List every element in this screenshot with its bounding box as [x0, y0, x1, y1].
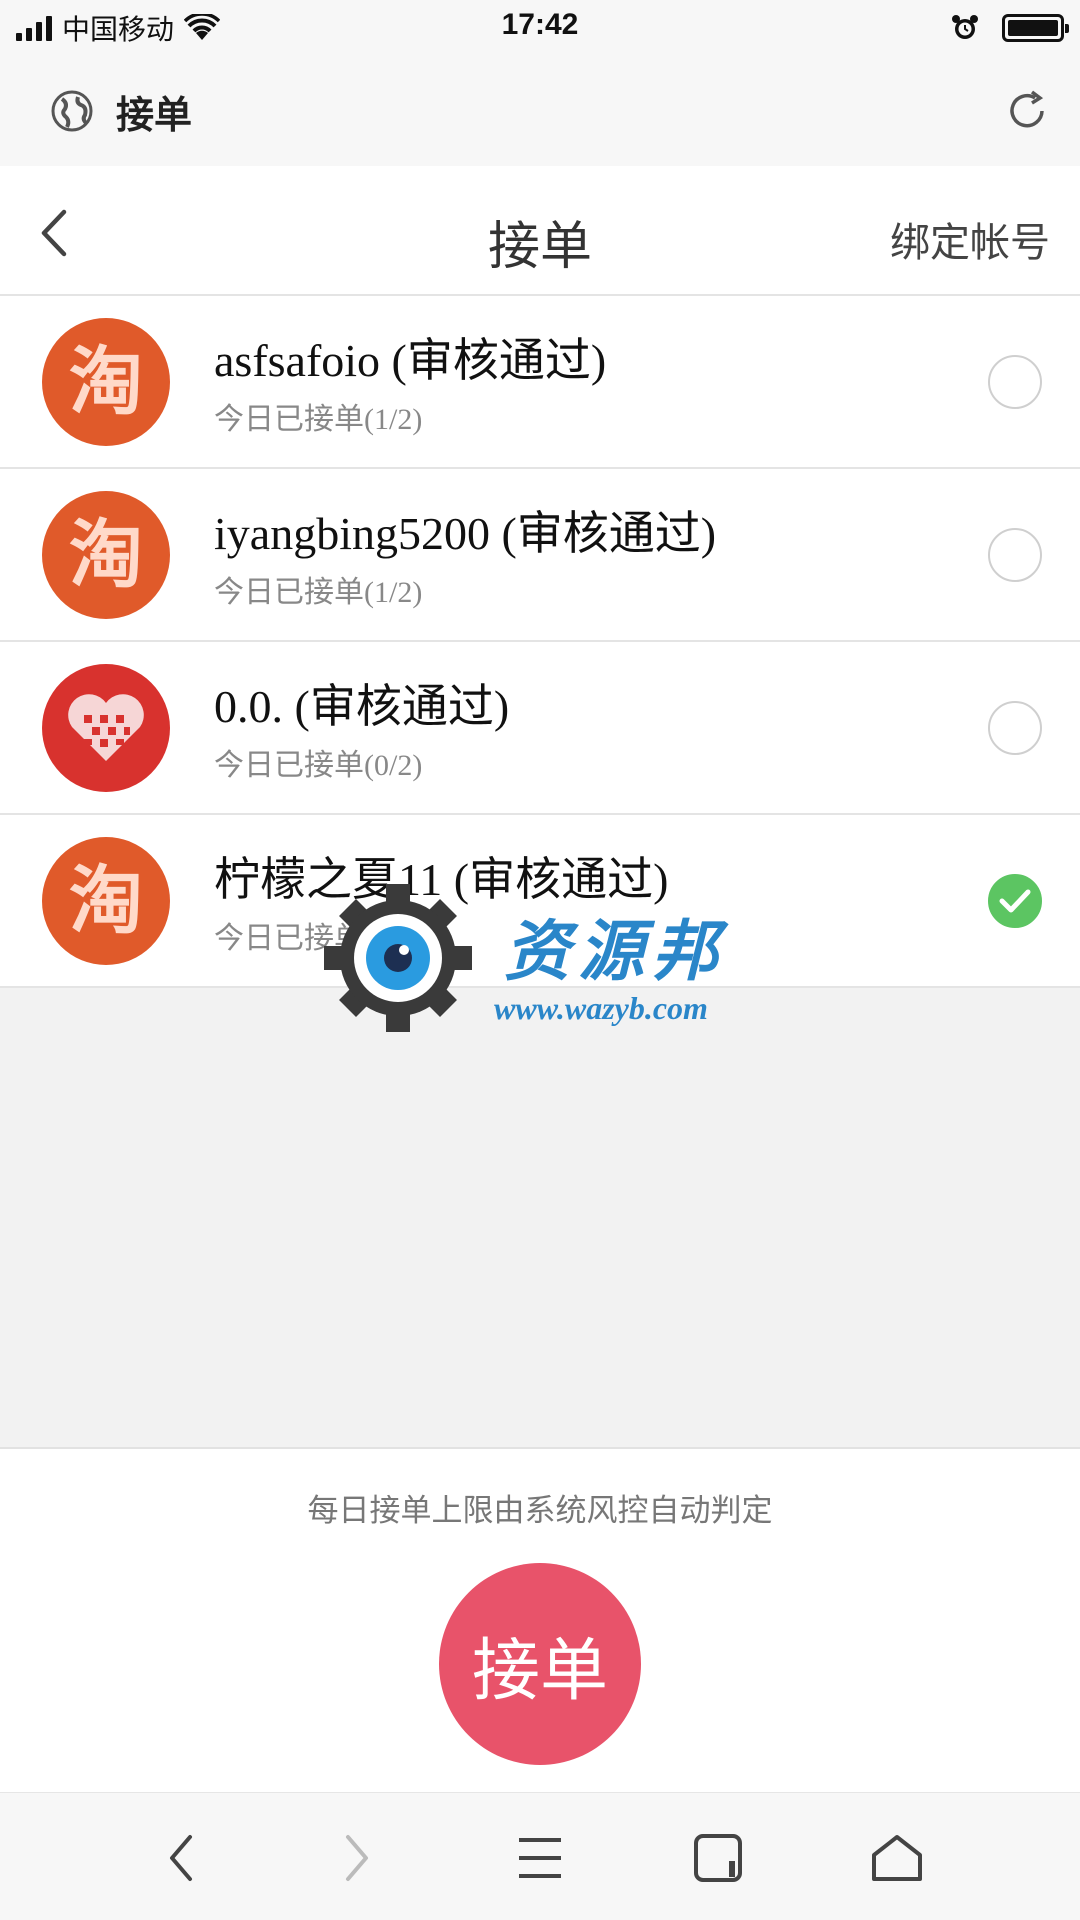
- taobao-icon: 淘: [42, 318, 170, 446]
- avatar-glyph: 淘: [69, 512, 143, 598]
- browser-back-button[interactable]: [146, 1823, 216, 1893]
- back-icon: [170, 1835, 192, 1881]
- account-name: iyangbing5200 (审核通过): [214, 508, 717, 559]
- heart-shape: [68, 694, 144, 761]
- account-row[interactable]: 淘 iyangbing5200 (审核通过) 今日已接单(1/2): [0, 469, 1080, 642]
- account-name: asfsafoio (审核通过): [214, 335, 607, 386]
- account-order-count: 今日已接单(1/2): [214, 576, 423, 609]
- battery-icon: [1002, 14, 1069, 42]
- refresh-button[interactable]: [1002, 86, 1052, 140]
- account-order-count: 今日已接单(0/2): [214, 749, 423, 782]
- status-bar: 中国移动 17:42: [0, 0, 1080, 56]
- bottom-panel: 每日接单上限由系统风控自动判定 接单: [0, 1447, 1080, 1792]
- refresh-icon: [1010, 90, 1044, 128]
- bind-account-button[interactable]: 绑定帐号: [890, 210, 1050, 268]
- avatar-glyph: 淘: [69, 858, 143, 944]
- browser-bar: 接单: [0, 56, 1080, 166]
- account-radio[interactable]: [988, 701, 1042, 755]
- check-icon: [999, 889, 1031, 913]
- avatar-glyph: 淘: [69, 339, 143, 425]
- account-radio-selected[interactable]: [988, 874, 1042, 928]
- globe-icon: [51, 90, 93, 132]
- browser-menu-button[interactable]: [505, 1823, 575, 1893]
- status-time: 17:42: [501, 8, 579, 41]
- account-radio[interactable]: [988, 528, 1042, 582]
- account-name: 柠檬之夏11 (审核通过): [214, 854, 669, 905]
- taobao-icon: 淘: [42, 837, 170, 965]
- account-order-count: 今日已接单: [214, 922, 364, 955]
- forward-icon: [346, 1835, 368, 1881]
- account-name: 0.0. (审核通过): [214, 681, 510, 732]
- account-list: 淘 asfsafoio (审核通过) 今日已接单(1/2) 淘 iyangbin…: [0, 296, 1080, 988]
- daily-limit-note: 每日接单上限由系统风控自动判定: [307, 1493, 773, 1529]
- accept-order-button[interactable]: 接单: [439, 1563, 641, 1765]
- account-order-count: 今日已接单(1/2): [214, 403, 423, 436]
- taobao-icon: 淘: [42, 491, 170, 619]
- nav-header: 接单 绑定帐号: [0, 166, 1080, 296]
- browser-tabs-button[interactable]: [684, 1823, 754, 1893]
- menu-icon: [519, 1838, 561, 1878]
- home-icon: [872, 1835, 922, 1881]
- account-radio[interactable]: [988, 355, 1042, 409]
- browser-toolbar: [0, 1792, 1080, 1920]
- heart-icon: [42, 664, 170, 792]
- account-row[interactable]: 淘 asfsafoio (审核通过) 今日已接单(1/2): [0, 296, 1080, 469]
- account-row[interactable]: 0.0. (审核通过) 今日已接单(0/2): [0, 642, 1080, 815]
- browser-title: 接单: [116, 92, 193, 137]
- tabs-icon: [694, 1834, 742, 1882]
- browser-forward-button[interactable]: [322, 1823, 392, 1893]
- browser-home-button[interactable]: [862, 1823, 932, 1893]
- watermark-url: www.wazyb.com: [494, 990, 708, 1026]
- account-row[interactable]: 淘 柠檬之夏11 (审核通过) 今日已接单: [0, 815, 1080, 988]
